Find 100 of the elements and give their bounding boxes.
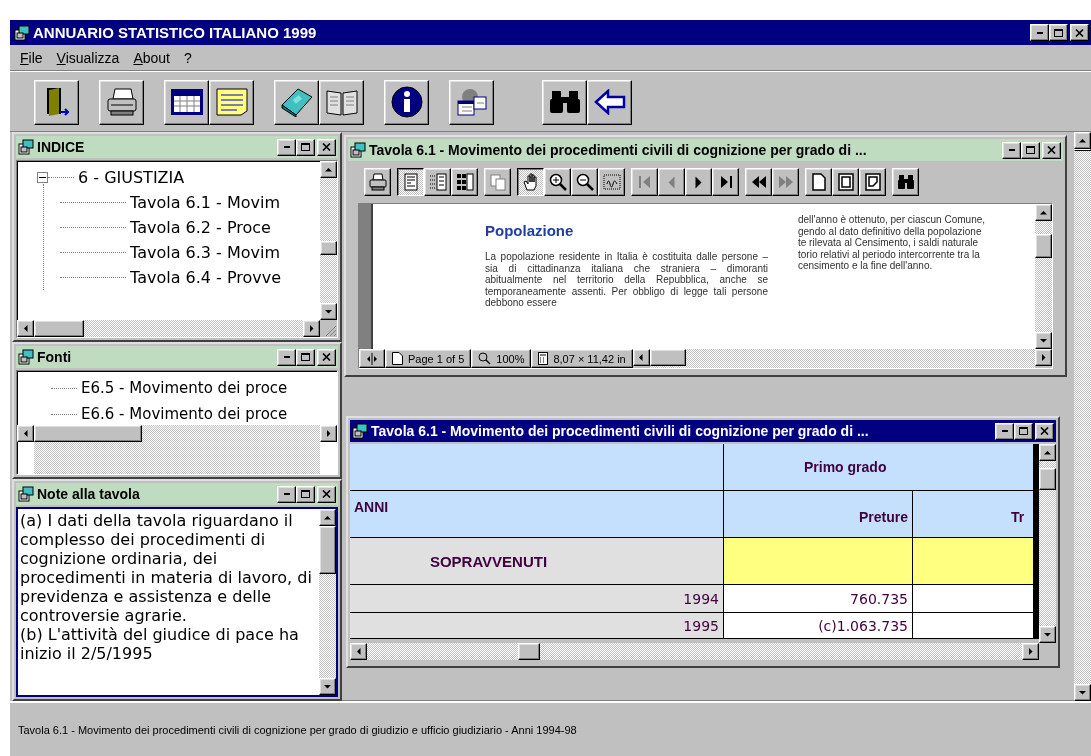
minimize-button[interactable] [995,422,1014,440]
status-text: Tavola 6.1 - Movimento dei procedimenti civili di cognizione per grado di giudizio e ufficio giudiziario - Anni 1994-98 [18,723,577,736]
document-text-line: censimento e la fine dell'anno. [798,260,934,272]
tool-button[interactable] [517,168,544,196]
toolbar-button[interactable] [209,79,254,125]
header-cell: Primo grado [724,444,1033,490]
maximize-icon [301,353,310,361]
collapse-toggle[interactable] [37,172,48,183]
scroll-arrow-button[interactable] [1022,643,1039,660]
toolbar-button[interactable] [319,79,364,125]
scroll-arrow-button[interactable] [320,303,337,320]
horizontal-scrollbar[interactable] [632,349,1052,368]
window-icon [350,142,366,158]
vertical-scrollbar[interactable] [1035,204,1052,349]
toolbar-button[interactable] [384,79,429,125]
horizontal-scrollbar[interactable] [350,643,1039,660]
resize-grip[interactable] [320,320,337,337]
table-cell: 760.735 [724,585,912,612]
scroll-arrow-button[interactable] [17,424,34,442]
page-size-indicator[interactable]: 8,07 × 11,42 in [531,349,633,368]
tree-item[interactable]: 6 - GIUSTIZIA [78,168,185,187]
toolbar-button[interactable] [449,79,494,125]
tree-item[interactable]: Tavola 6.2 - Proce [130,218,271,237]
scroll-arrow-button[interactable] [320,424,337,442]
menu-item[interactable]: Visualizza [56,49,120,66]
list-item[interactable]: E6.5 - Movimento dei proce [81,379,288,397]
page-indicator[interactable]: Page 1 of 5 [385,349,472,368]
close-icon [322,143,331,151]
scroll-arrow-button[interactable] [1035,204,1052,221]
calculator-icon [538,352,549,365]
window-icon [14,24,30,41]
document-text-line: gendo al dato definitivo della popolazione [798,225,983,237]
maximize-button[interactable] [1049,24,1068,41]
down-arrow-icon [1079,690,1086,695]
window-title: Note alla tavola [37,486,140,502]
calendar-icon [455,87,488,117]
document-text-line: te rilevata al Censimento, i saldi naturale [798,237,980,249]
toolbar-button[interactable] [542,79,587,125]
open-book-icon [324,87,359,117]
toolbar-button[interactable] [164,79,209,125]
table-icon [169,87,204,117]
toolbar-button[interactable] [99,79,144,125]
row-header-cell: 1994 [350,585,723,612]
tool-button[interactable] [397,168,424,196]
scroll-arrow-button[interactable] [1074,684,1091,701]
maximize-button[interactable] [1014,422,1033,440]
tree-item[interactable]: Tavola 6.4 - Provve [130,268,282,287]
maximize-icon [301,490,310,498]
close-button[interactable] [1035,422,1054,440]
minimize-icon [1001,430,1008,432]
toolbar-button[interactable] [274,79,319,125]
close-icon [1075,28,1084,37]
close-icon [322,490,331,498]
list-item[interactable]: E6.6 - Movimento dei proce [81,405,288,423]
vertical-scrollbar[interactable] [1039,444,1056,643]
tree-item[interactable]: Tavola 6.3 - Movim [130,243,280,262]
left-arrow-icon [23,325,28,332]
table-cell: (c)1.063.735 [724,613,912,638]
scroll-arrow-button[interactable] [320,161,337,178]
scroll-arrow-button[interactable] [1039,626,1056,643]
window-title: Fonti [37,349,72,365]
scroll-arrow-button[interactable] [319,509,336,526]
info-icon [390,86,423,118]
vertical-scrollbar[interactable] [1074,132,1091,701]
window-title: Tavola 6.1 - Movimento dei procedimenti civili di cognizione per grado di ... [371,423,869,439]
menu-item[interactable]: File [20,49,43,66]
toolbar-button[interactable] [34,79,79,125]
scroll-arrow-button[interactable] [350,643,367,660]
down-arrow-icon [324,684,331,689]
magnifier-icon [478,352,492,365]
scroll-arrow-button[interactable] [319,678,336,695]
scroll-arrow-button[interactable] [303,320,320,337]
horizontal-scrollbar[interactable] [17,320,320,337]
scroll-arrow-button[interactable] [1074,132,1091,149]
maximize-icon [1026,146,1035,154]
scroll-arrow-button[interactable] [1035,332,1052,349]
horizontal-scrollbar[interactable] [17,424,337,474]
split-button[interactable] [359,349,385,368]
maximize-icon [1019,427,1028,435]
toolbar-button[interactable] [587,79,632,125]
zoom-indicator[interactable]: 100% [471,349,532,368]
minimize-button[interactable] [1030,24,1049,41]
close-button[interactable] [1070,24,1089,41]
scroll-arrow-button[interactable] [1035,349,1052,366]
scroll-arrow-button[interactable] [17,320,34,337]
menu-item[interactable]: About [133,49,170,66]
vertical-scrollbar[interactable] [320,161,337,320]
menu-item[interactable]: ? [183,49,192,66]
header-cell: ANNI [350,491,723,537]
window-icon [18,139,34,155]
vertical-scrollbar[interactable] [319,509,336,695]
close-icon [1040,427,1049,435]
down-arrow-icon [1040,338,1047,343]
up-arrow-icon [1079,138,1086,143]
tree-item[interactable]: Tavola 6.1 - Movim [130,193,280,212]
minimize-icon [283,146,290,148]
right-arrow-icon [1041,354,1046,361]
down-arrow-icon [325,309,332,314]
scroll-arrow-button[interactable] [1039,444,1056,461]
header-cell: Tr [913,491,1033,537]
